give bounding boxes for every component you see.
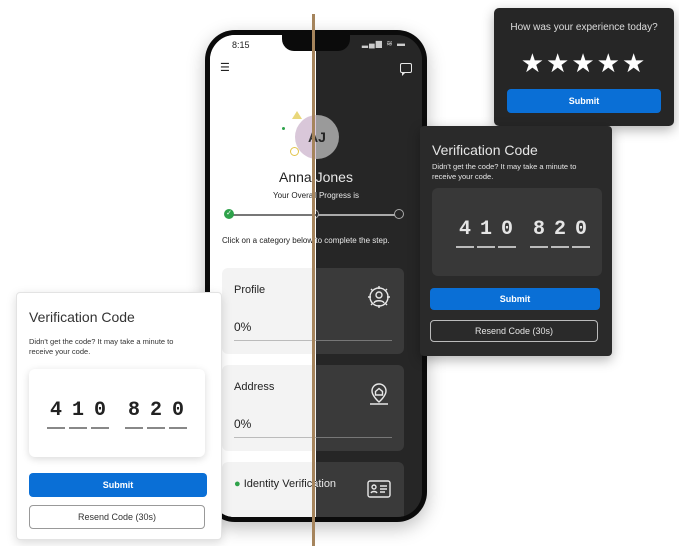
- verification-title: Verification Code: [432, 142, 538, 158]
- code-digit: 4: [49, 399, 62, 422]
- rating-dialog: How was your experience today? ★★★★★ Sub…: [494, 8, 674, 126]
- code-digit: 2: [553, 218, 566, 241]
- step-dot-complete: ✓: [224, 209, 234, 219]
- progress-label: Your Overall Progress is: [273, 191, 316, 200]
- step-line: [230, 214, 316, 216]
- code-input[interactable]: 4 1 0 8 2 0: [29, 369, 205, 457]
- status-icons: ▂▄▆ ≋ ▬: [361, 39, 406, 48]
- code-digit: 8: [532, 218, 545, 241]
- card-percent: 0%: [234, 417, 252, 431]
- phone-notch: [282, 35, 350, 51]
- category-card-profile[interactable]: Profile 0%: [222, 268, 316, 354]
- code-digit: 4: [458, 218, 471, 241]
- step-dot: [394, 209, 404, 219]
- code-underline: [125, 427, 143, 429]
- submit-button[interactable]: Submit: [430, 288, 600, 310]
- decor-triangle: [292, 111, 302, 119]
- code-digit: 8: [127, 399, 140, 422]
- verification-title: Verification Code: [29, 309, 135, 325]
- code-digit: 0: [574, 218, 587, 241]
- verification-description: Didn't get the code? It may take a minut…: [29, 337, 174, 356]
- code-underline: [47, 427, 65, 429]
- code-underline: [530, 246, 548, 248]
- code-underline: [498, 246, 516, 248]
- category-card-address[interactable]: Address 0%: [222, 365, 316, 451]
- code-digit: 0: [93, 399, 106, 422]
- gear-user-icon: [368, 286, 390, 308]
- light-theme-half: 8:15 ☰ AJ Anna Jones Your Overall Progre…: [210, 35, 316, 517]
- card-progress-line: [234, 437, 316, 438]
- status-time: 8:15: [232, 40, 250, 50]
- code-digit: 1: [479, 218, 492, 241]
- menu-icon[interactable]: ☰: [220, 63, 230, 74]
- code-underline: [551, 246, 569, 248]
- user-name: Anna Jones: [279, 169, 316, 185]
- code-digit: 2: [149, 399, 162, 422]
- rating-submit-button[interactable]: Submit: [507, 89, 661, 113]
- category-card-identity[interactable]: ● Identity Verification: [222, 462, 316, 517]
- code-underline: [69, 427, 87, 429]
- verification-dialog-dark: Verification Code Didn't get the code? I…: [420, 126, 612, 356]
- code-underline: [572, 246, 590, 248]
- theme-divider: [312, 14, 315, 546]
- submit-button[interactable]: Submit: [29, 473, 207, 497]
- id-card-icon: [367, 480, 391, 498]
- code-underline: [147, 427, 165, 429]
- hint-text: Click on a category below to complete th…: [222, 236, 316, 245]
- code-underline: [91, 427, 109, 429]
- chat-icon[interactable]: [400, 63, 412, 76]
- code-underline: [477, 246, 495, 248]
- code-digit: 0: [500, 218, 513, 241]
- code-underline: [456, 246, 474, 248]
- progress-steps: ✓: [224, 209, 316, 221]
- verification-description: Didn't get the code? It may take a minut…: [432, 162, 577, 181]
- rating-question: How was your experience today?: [510, 22, 658, 33]
- light-theme-screen: 8:15 ☰ AJ Anna Jones Your Overall Progre…: [210, 35, 316, 517]
- home-location-icon: [370, 383, 388, 405]
- card-percent: 0%: [234, 320, 252, 334]
- star-rating[interactable]: ★★★★★: [494, 48, 674, 79]
- card-title: Profile: [234, 284, 266, 296]
- resend-code-button[interactable]: Resend Code (30s): [29, 505, 205, 529]
- decor-dot: [282, 127, 285, 130]
- card-title: Address: [234, 381, 275, 393]
- card-progress-line: [234, 340, 316, 341]
- phone-mockup: 8:15 ▂▄▆ ≋ ▬ ☰ AJ Anna Jones Your Overal…: [205, 30, 427, 522]
- code-underline: [169, 427, 187, 429]
- verification-dialog-light: Verification Code Didn't get the code? I…: [16, 292, 222, 540]
- code-digit: 0: [171, 399, 184, 422]
- card-title: ● Identity Verification: [234, 478, 316, 490]
- code-digit: 1: [71, 399, 84, 422]
- code-input[interactable]: 4 1 0 8 2 0: [432, 188, 602, 276]
- resend-code-button[interactable]: Resend Code (30s): [430, 320, 598, 342]
- phone-screen: 8:15 ▂▄▆ ≋ ▬ ☰ AJ Anna Jones Your Overal…: [210, 35, 422, 517]
